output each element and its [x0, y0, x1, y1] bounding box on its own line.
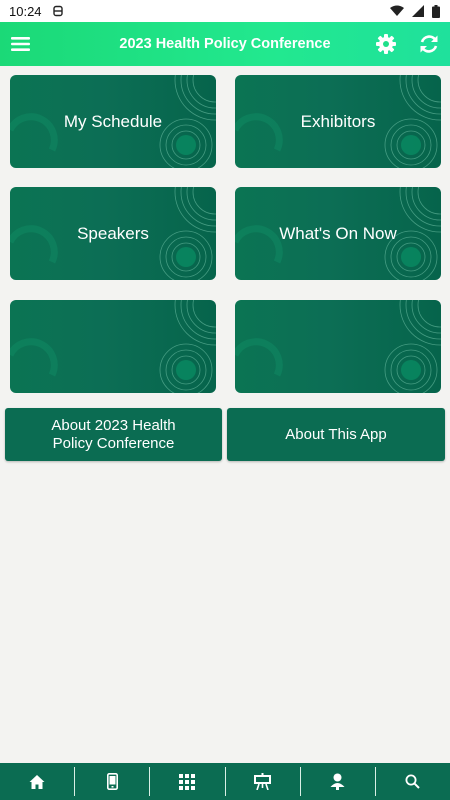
tile-exhibitors[interactable]: Exhibitors [235, 75, 441, 168]
tile-blank-left[interactable] [10, 300, 216, 393]
tile-speakers[interactable]: Speakers [10, 187, 216, 280]
status-bar: 10:24 [0, 0, 450, 22]
app-bar: 2023 Health Policy Conference [0, 22, 450, 66]
home-icon [29, 774, 45, 789]
battery-icon [432, 4, 440, 18]
tile-my-schedule[interactable]: My Schedule [10, 75, 216, 168]
tile-whats-on-now[interactable]: What's On Now [235, 187, 441, 280]
nav-home[interactable] [0, 767, 76, 796]
tile-label: Exhibitors [300, 111, 376, 131]
nav-grid[interactable] [150, 767, 226, 796]
refresh-icon[interactable] [418, 33, 440, 55]
sync-icon [52, 5, 63, 17]
bottom-nav [0, 763, 450, 800]
person-icon [330, 773, 345, 790]
tile-label: What's On Now [279, 223, 397, 243]
search-icon [405, 774, 421, 789]
tile-label [10, 300, 216, 393]
menu-icon[interactable] [10, 34, 32, 54]
status-time: 10:24 [9, 3, 42, 19]
about-conference-button[interactable]: About 2023 Health Policy Conference [5, 408, 222, 461]
nav-person[interactable] [301, 767, 376, 796]
nav-search[interactable] [376, 767, 450, 796]
grid-icon [179, 773, 196, 790]
tile-label: Speakers [77, 223, 149, 243]
easel-icon [254, 773, 272, 790]
wifi-icon [390, 5, 404, 16]
tile-blank-right[interactable] [235, 300, 441, 393]
signal-icon [412, 5, 424, 17]
settings-gear-icon[interactable] [375, 33, 397, 55]
tile-label [235, 300, 441, 393]
nav-phone[interactable] [75, 767, 151, 796]
nav-easel[interactable] [226, 767, 301, 796]
tile-label: My Schedule [63, 111, 163, 131]
phone-icon [106, 773, 118, 790]
about-app-button[interactable]: About This App [227, 408, 445, 461]
